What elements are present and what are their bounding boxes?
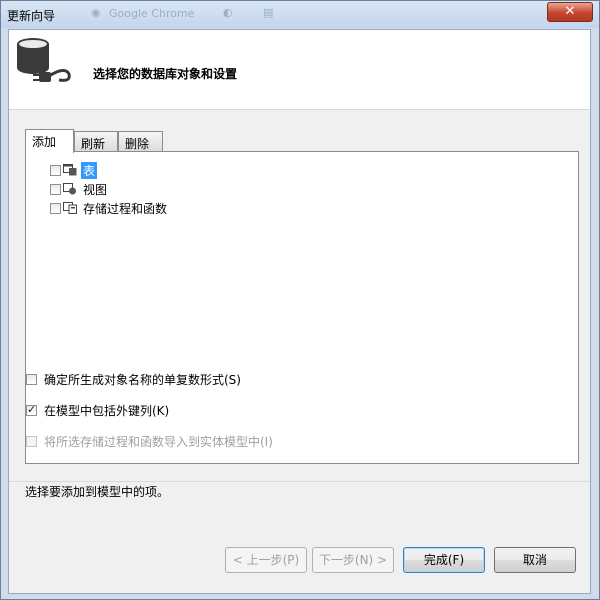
foreign-keys-label[interactable]: 在模型中包括外键列(K) bbox=[44, 402, 169, 419]
wizard-client-area: 选择您的数据库对象和设置 添加 刷新 删除 表 视图 存储过程和函数 确定所生成… bbox=[8, 29, 591, 594]
status-text: 选择要添加到模型中的项。 bbox=[25, 485, 170, 499]
chrome-icon: ◉ bbox=[91, 6, 101, 19]
view-icon bbox=[63, 183, 76, 195]
tree-item-views[interactable]: 视图 bbox=[50, 180, 109, 198]
next-button: 下一步(N) > bbox=[312, 547, 394, 573]
import-procs-option: 将所选存储过程和函数导入到实体模型中(I) bbox=[26, 433, 273, 450]
page-title: 选择您的数据库对象和设置 bbox=[93, 67, 238, 81]
foreign-keys-checkbox[interactable] bbox=[26, 403, 37, 416]
tree-label-tables[interactable]: 表 bbox=[81, 161, 98, 179]
window-title: 更新向导 bbox=[7, 9, 56, 23]
import-procs-checkbox bbox=[26, 436, 37, 447]
pluralize-label[interactable]: 确定所生成对象名称的单复数形式(S) bbox=[44, 371, 241, 388]
tree-item-tables[interactable]: 表 bbox=[50, 161, 98, 179]
folder-icon: ▤ bbox=[263, 6, 274, 19]
import-procs-label: 将所选存储过程和函数导入到实体模型中(I) bbox=[44, 435, 273, 449]
title-bar[interactable]: 更新向导 ◉ Google Chrome ◐ ▤ ✕ bbox=[1, 1, 599, 28]
procedures-checkbox[interactable] bbox=[50, 202, 61, 214]
pluralize-option[interactable]: 确定所生成对象名称的单复数形式(S) bbox=[26, 371, 241, 388]
views-checkbox[interactable] bbox=[50, 183, 61, 195]
finish-button[interactable]: 完成(F) bbox=[403, 547, 485, 573]
tree-item-procedures[interactable]: 存储过程和函数 bbox=[50, 199, 169, 217]
database-plug-icon bbox=[17, 38, 71, 82]
tree-label-procedures[interactable]: 存储过程和函数 bbox=[81, 200, 169, 217]
tab-delete[interactable]: 删除 bbox=[118, 131, 163, 151]
tables-checkbox[interactable] bbox=[50, 164, 61, 176]
pluralize-checkbox[interactable] bbox=[26, 374, 37, 385]
tree-label-views[interactable]: 视图 bbox=[81, 181, 109, 198]
dialog-window: 更新向导 ◉ Google Chrome ◐ ▤ ✕ 选择您的数据库对象和设置 … bbox=[0, 0, 600, 600]
background-window-title: Google Chrome bbox=[109, 7, 195, 20]
foreign-keys-option[interactable]: 在模型中包括外键列(K) bbox=[26, 402, 169, 419]
procedure-icon bbox=[63, 202, 77, 214]
edge-icon: ◐ bbox=[223, 6, 233, 19]
close-button[interactable]: ✕ bbox=[547, 2, 593, 22]
back-button: < 上一步(P) bbox=[225, 547, 307, 573]
table-icon bbox=[63, 164, 77, 176]
wizard-header: 选择您的数据库对象和设置 bbox=[9, 30, 590, 110]
footer-divider bbox=[9, 481, 590, 482]
cancel-button[interactable]: 取消 bbox=[494, 547, 576, 573]
tab-add[interactable]: 添加 bbox=[25, 129, 74, 153]
tab-refresh[interactable]: 刷新 bbox=[74, 131, 118, 151]
